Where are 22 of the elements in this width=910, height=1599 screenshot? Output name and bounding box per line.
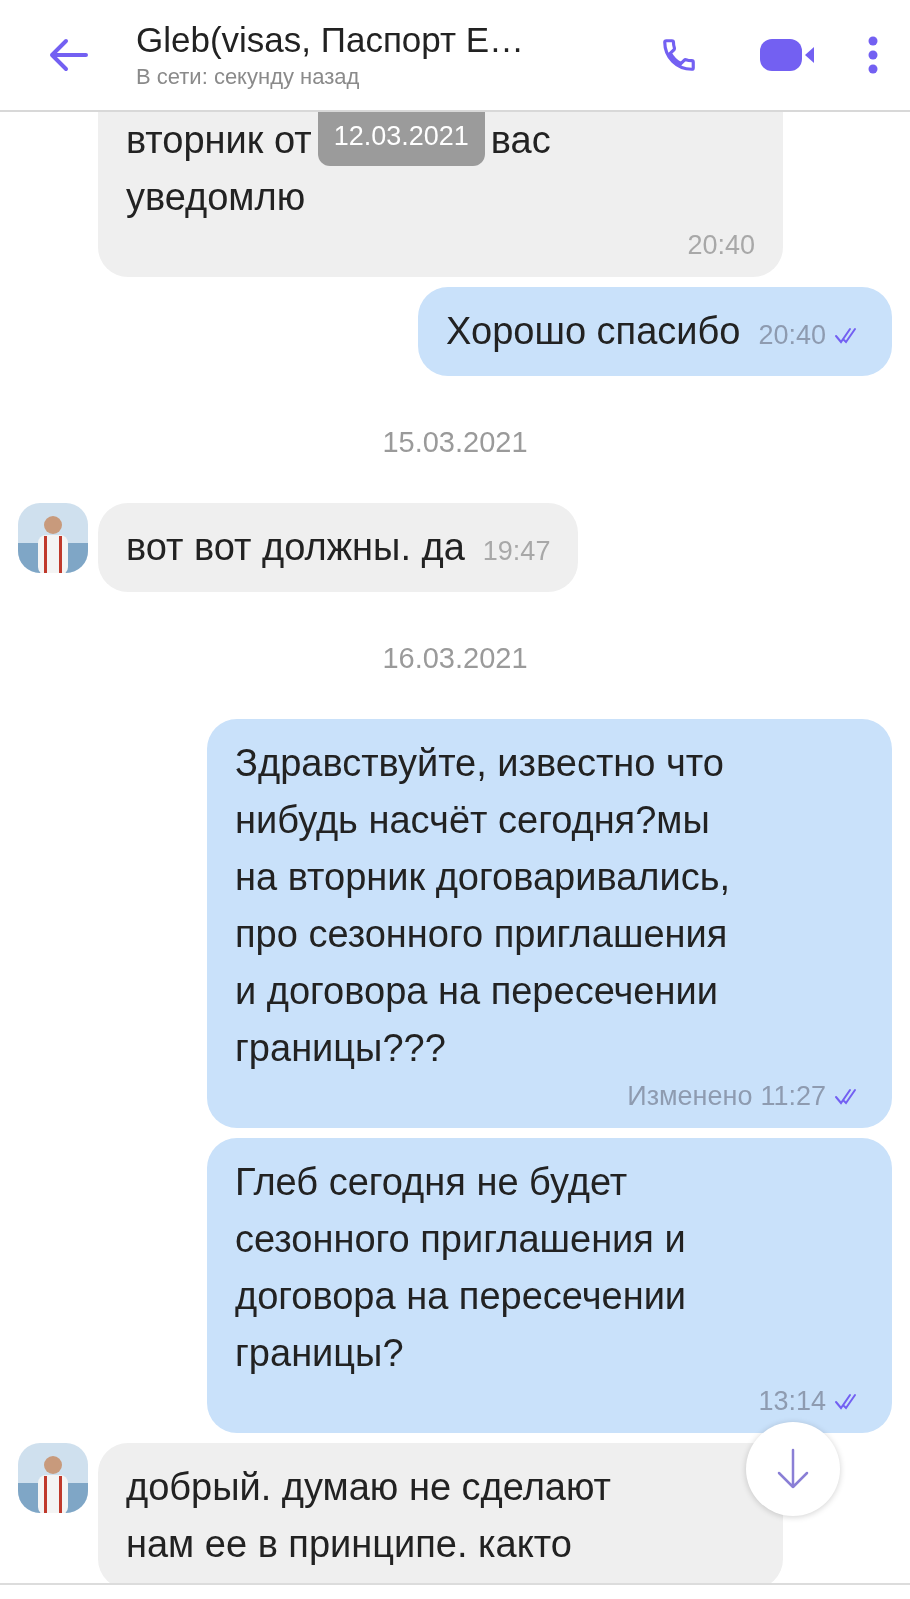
message-text: добрый. думаю не сделают нам ее в принципе. както bbox=[126, 1465, 613, 1567]
message-time: 19:47 bbox=[482, 536, 551, 567]
back-arrow-icon bbox=[48, 38, 88, 72]
date-badge: 12.03.2021 bbox=[317, 112, 485, 166]
message-text: Хорошо спасибо bbox=[446, 309, 741, 354]
date-separator: 15.03.2021 bbox=[382, 425, 528, 460]
message-time: 20:40 bbox=[758, 320, 826, 351]
message-text: вот вот должны. да bbox=[126, 525, 465, 570]
edited-label: Изменено bbox=[627, 1081, 753, 1112]
more-icon bbox=[868, 35, 878, 75]
message-text: вторник от bbox=[126, 118, 312, 163]
message-text: Здравствуйте, известно что нибудь насчёт сегодня?мы на вторник договаривались, про сезонного приглашения и договора на пересечении границы??? bbox=[235, 741, 732, 1071]
message-time: 20:40 bbox=[687, 230, 755, 261]
message-text: Глеб сегодня не будет сезонного приглашения и договора на пересечении границы? bbox=[235, 1160, 688, 1376]
date-separator: 16.03.2021 bbox=[382, 641, 528, 676]
phone-icon bbox=[660, 36, 698, 74]
online-status: В сети: секунду назад bbox=[136, 64, 361, 90]
message-time: 11:27 bbox=[760, 1081, 826, 1112]
message-text: уведомлю bbox=[126, 175, 307, 220]
chat-title: Gleb(visas, Паспорт E… bbox=[136, 20, 526, 60]
message-text: вас bbox=[490, 118, 551, 163]
message-time: 13:14 bbox=[758, 1386, 826, 1417]
